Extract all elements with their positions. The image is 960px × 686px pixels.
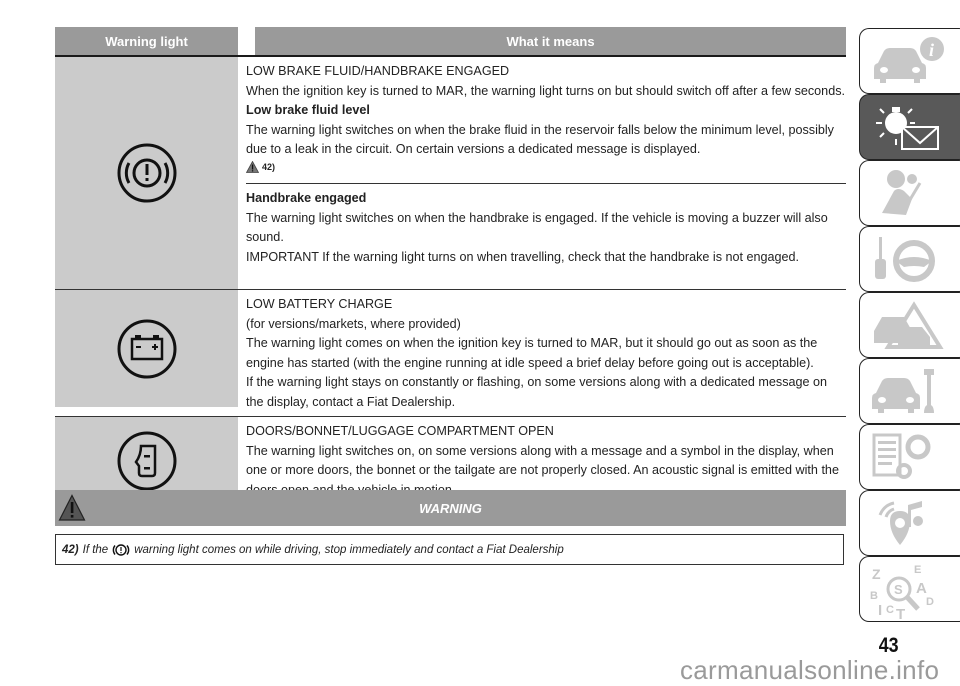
- sidebar-tab-knowing-your-car[interactable]: i: [859, 28, 960, 94]
- list-gears-icon: [872, 433, 931, 479]
- sidebar-tab-warning-lights[interactable]: [859, 94, 960, 160]
- row2-note: (for versions/markets, where provided): [246, 316, 461, 331]
- row1-text: When the ignition key is turned to MAR, …: [246, 83, 845, 98]
- icon-cell: [55, 290, 238, 407]
- note-text-before: If the: [82, 543, 109, 556]
- row1-handbrake-text: The warning light switches on when the h…: [246, 210, 828, 245]
- note-text-after: warning light comes on while driving, st…: [134, 543, 564, 556]
- description-cell: LOW BATTERY CHARGE (for versions/markets…: [238, 290, 846, 416]
- description-cell: LOW BRAKE FLUID/HANDBRAKE ENGAGED When t…: [238, 57, 846, 289]
- key-steering-icon: [875, 237, 935, 282]
- note-number: 42): [62, 543, 79, 556]
- alphabet-search-icon: Z E B A D I C T S: [870, 564, 934, 621]
- icon-cell: [55, 57, 238, 289]
- warning-lights-table: Warning light What it means LOW BRAKE FL…: [55, 27, 846, 505]
- svg-text:S: S: [894, 582, 903, 597]
- handbrake-section: Handbrake engaged The warning light swit…: [246, 183, 846, 271]
- svg-text:B: B: [870, 590, 878, 602]
- row3-title: DOORS/BONNET/LUGGAGE COMPARTMENT OPEN: [246, 424, 554, 438]
- car-warning-triangle-icon: [874, 301, 944, 349]
- svg-text:T: T: [896, 606, 905, 621]
- sidebar-tab-starting-driving[interactable]: [859, 226, 960, 292]
- row2-title: LOW BATTERY CHARGE: [246, 297, 393, 311]
- row1-text2: The warning light switches on when the b…: [246, 122, 834, 157]
- watermark: carmanualsonline.info: [680, 655, 940, 685]
- table-header: Warning light What it means: [55, 27, 846, 57]
- warning-note: 42) If the warning light comes on while …: [55, 534, 844, 565]
- battery-section: LOW BATTERY CHARGE (for versions/markets…: [246, 290, 846, 416]
- row1-handbrake-heading: Handbrake engaged: [246, 191, 367, 205]
- battery-icon: [117, 319, 176, 378]
- sidebar-tab-safety[interactable]: [859, 160, 960, 226]
- warning-reference-link[interactable]: 42): [246, 160, 275, 174]
- svg-text:D: D: [926, 596, 934, 608]
- brake-fluid-section: LOW BRAKE FLUID/HANDBRAKE ENGAGED When t…: [246, 57, 846, 183]
- music-location-icon: [878, 501, 923, 545]
- car-info-icon: i: [874, 37, 944, 83]
- sidebar-tab-multimedia[interactable]: [859, 490, 960, 556]
- sidebar-tab-emergency[interactable]: [859, 292, 960, 358]
- row1-handbrake-important: IMPORTANT If the warning light turns on …: [246, 249, 800, 264]
- brake-warning-icon: [117, 143, 176, 203]
- airbag-seatbelt-icon: [882, 170, 922, 215]
- light-message-icon: [876, 107, 939, 150]
- row1-title: LOW BRAKE FLUID/HANDBRAKE ENGAGED: [246, 64, 510, 78]
- sidebar-tab-maintenance[interactable]: [859, 358, 960, 424]
- svg-text:i: i: [929, 40, 934, 60]
- row2-text2: If the warning light stays on constantly…: [246, 375, 828, 409]
- door-open-icon: [117, 431, 176, 490]
- svg-text:Z: Z: [872, 566, 881, 582]
- sidebar-tab-index[interactable]: Z E B A D I C T S: [859, 556, 960, 622]
- header-what-it-means: What it means: [255, 27, 846, 55]
- warning-banner: WARNING: [55, 490, 846, 526]
- header-warning-light: Warning light: [55, 27, 238, 55]
- table-row: LOW BRAKE FLUID/HANDBRAKE ENGAGED When t…: [55, 57, 846, 290]
- warning-triangle-icon: [246, 160, 259, 173]
- svg-text:C: C: [886, 604, 894, 616]
- svg-text:A: A: [916, 580, 927, 597]
- sidebar-tab-technical-data[interactable]: [859, 424, 960, 490]
- warning-title: WARNING: [419, 501, 482, 516]
- table-row: LOW BATTERY CHARGE (for versions/markets…: [55, 290, 846, 417]
- svg-text:I: I: [878, 602, 882, 619]
- row2-text: The warning light comes on when the igni…: [246, 336, 818, 370]
- car-wrench-icon: [872, 369, 934, 413]
- reference-number: 42): [262, 161, 276, 172]
- brake-warning-inline-icon: [112, 543, 130, 556]
- svg-text:E: E: [914, 564, 921, 576]
- row1-subheading: Low brake fluid level: [246, 103, 370, 117]
